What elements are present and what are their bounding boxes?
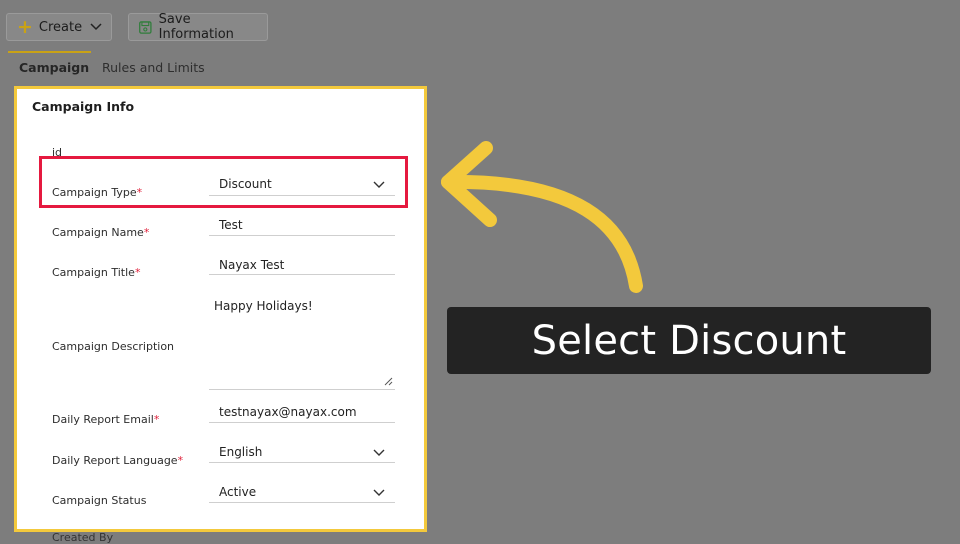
save-information-button[interactable]: Save Information xyxy=(128,12,268,42)
field-underline xyxy=(209,422,395,423)
field-underline xyxy=(209,274,395,275)
field-underline xyxy=(209,502,395,503)
tab-rules-and-limits[interactable]: Rules and Limits xyxy=(102,60,205,75)
panel-title: Campaign Info xyxy=(32,99,135,114)
toolbar: + Create Save Information xyxy=(0,0,960,48)
daily-report-email-label: Daily Report Email* xyxy=(52,413,160,426)
campaign-title-label: Campaign Title* xyxy=(52,266,141,279)
required-mark: * xyxy=(143,226,150,239)
campaign-description-textarea[interactable] xyxy=(209,293,395,390)
chevron-down-icon[interactable] xyxy=(372,448,386,458)
callout-text: Select Discount xyxy=(531,317,847,364)
save-information-label: Save Information xyxy=(158,12,234,42)
campaign-type-highlight xyxy=(39,156,408,208)
create-button-label: Create xyxy=(38,19,83,35)
campaign-title-input[interactable]: Nayax Test xyxy=(219,258,284,272)
campaign-status-select[interactable]: Active xyxy=(219,485,256,499)
curved-arrow-icon xyxy=(441,141,643,293)
chevron-down-icon xyxy=(90,23,102,31)
campaign-name-label: Campaign Name* xyxy=(52,226,150,239)
plus-icon: + xyxy=(17,15,33,38)
required-mark: * xyxy=(134,266,141,279)
campaign-name-input[interactable]: Test xyxy=(219,218,243,232)
instruction-callout: Select Discount xyxy=(447,307,931,374)
field-underline xyxy=(209,235,395,236)
field-underline xyxy=(209,462,395,463)
created-by-label: Created By xyxy=(52,531,114,544)
daily-report-email-input[interactable]: testnayax@nayax.com xyxy=(219,405,357,419)
tab-campaign[interactable]: Campaign xyxy=(19,60,89,75)
campaign-status-label: Campaign Status xyxy=(52,494,147,507)
daily-report-language-select[interactable]: English xyxy=(219,445,262,459)
campaign-description-label: Campaign Description xyxy=(52,340,175,353)
chevron-down-icon[interactable] xyxy=(372,488,386,498)
active-tab-indicator xyxy=(8,51,91,53)
create-button[interactable]: + Create xyxy=(6,13,112,41)
save-disk-icon xyxy=(139,20,152,34)
campaign-info-panel: Campaign Info id Campaign Type* Discount… xyxy=(14,86,427,532)
required-mark: * xyxy=(153,413,160,426)
required-mark: * xyxy=(177,454,184,467)
resize-handle-icon[interactable] xyxy=(384,377,393,386)
daily-report-language-label: Daily Report Language* xyxy=(52,454,184,467)
